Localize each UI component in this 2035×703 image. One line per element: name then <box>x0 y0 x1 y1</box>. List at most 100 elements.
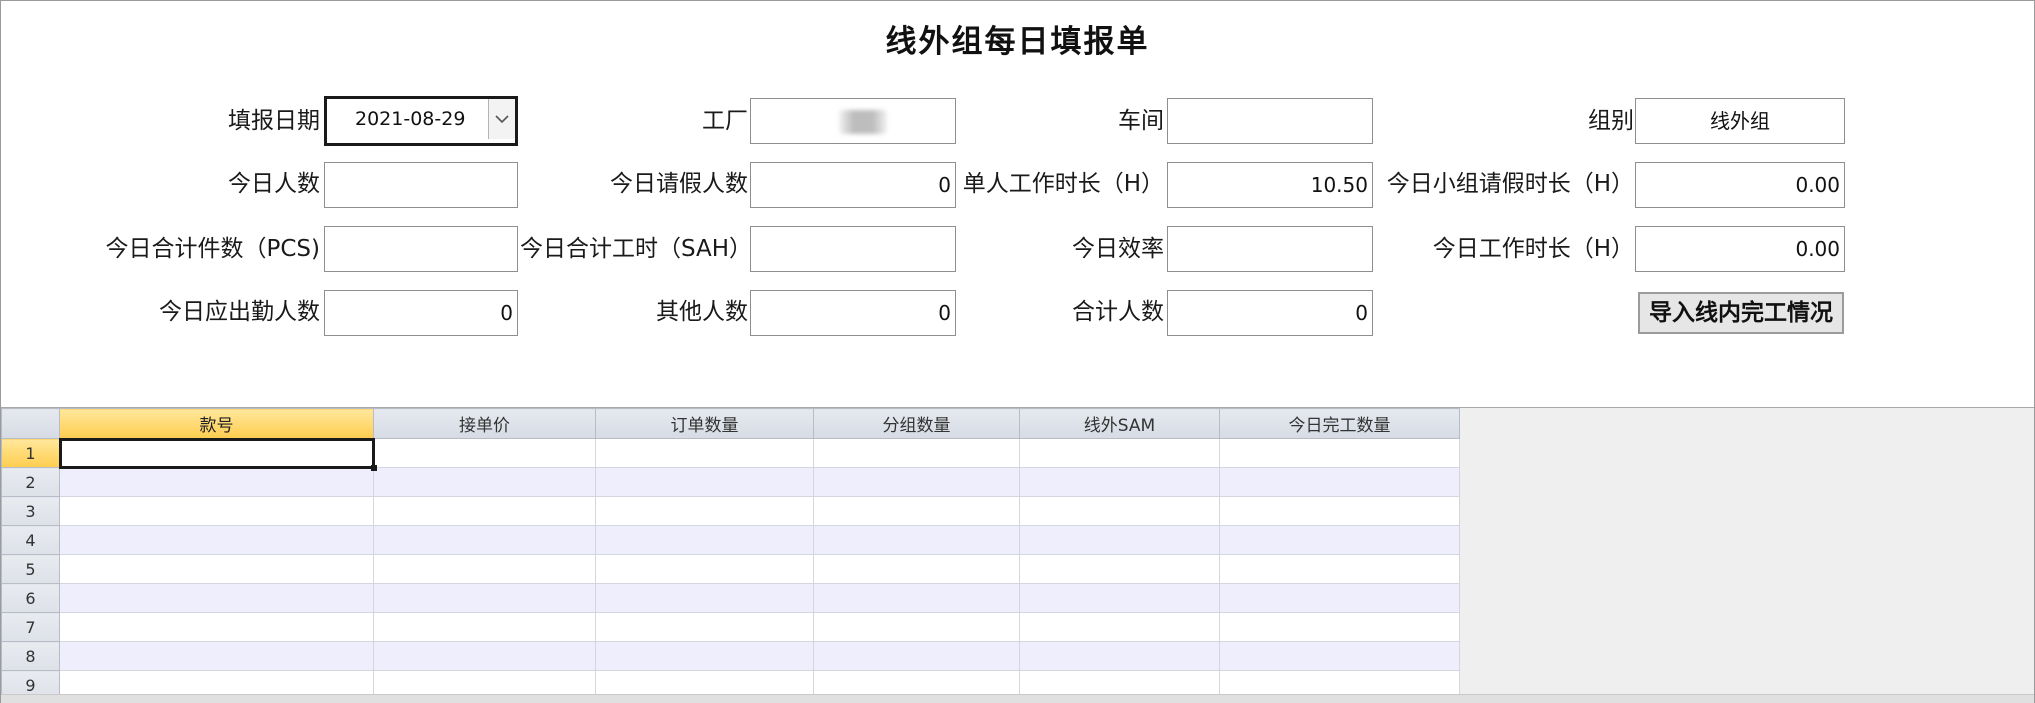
grid-cell[interactable] <box>1219 554 1460 584</box>
grid-cell[interactable] <box>595 554 814 584</box>
grid-cell[interactable] <box>373 583 596 613</box>
row-header[interactable]: 3 <box>1 496 60 526</box>
grid-cell[interactable] <box>595 525 814 555</box>
grid-cell[interactable] <box>813 583 1020 613</box>
grid-cell[interactable] <box>373 438 596 468</box>
grid-cell[interactable] <box>813 554 1020 584</box>
grid-cell[interactable] <box>595 612 814 642</box>
grid-cell[interactable] <box>59 612 374 642</box>
grid-cell[interactable] <box>813 467 1020 497</box>
work-hours-per-person-field[interactable]: 10.50 <box>1167 162 1373 208</box>
total-pieces-label: 今日合计件数（PCS) <box>105 236 320 262</box>
group-field[interactable]: 线外组 <box>1635 98 1845 144</box>
row-header[interactable]: 4 <box>1 525 60 555</box>
total-pieces-field[interactable] <box>324 226 518 272</box>
column-header-order-qty[interactable]: 订单数量 <box>595 408 814 439</box>
factory-field[interactable] <box>750 98 956 144</box>
grid-cell[interactable] <box>595 641 814 671</box>
report-date-label: 填报日期 <box>228 108 320 134</box>
group-label: 组别 <box>1588 108 1634 134</box>
grid-cell[interactable] <box>813 525 1020 555</box>
other-count-label: 其他人数 <box>656 299 748 325</box>
column-header-completed-today[interactable]: 今日完工数量 <box>1219 408 1460 439</box>
grid-cell[interactable] <box>1019 554 1220 584</box>
grid-cell[interactable] <box>1019 438 1220 468</box>
import-inline-completion-button[interactable]: 导入线内完工情况 <box>1638 292 1844 334</box>
other-count-field[interactable]: 0 <box>750 290 956 336</box>
grid-cell[interactable] <box>59 554 374 584</box>
grid-cell[interactable] <box>373 467 596 497</box>
grid-cell[interactable] <box>1019 612 1220 642</box>
grid-cell[interactable] <box>1019 641 1220 671</box>
work-hours-per-person-label: 单人工作时长（H） <box>962 171 1164 197</box>
today-headcount-label: 今日人数 <box>228 171 320 197</box>
group-leave-hours-field[interactable]: 0.00 <box>1635 162 1845 208</box>
grid-cell[interactable] <box>1219 496 1460 526</box>
factory-label: 工厂 <box>702 108 748 134</box>
row-header[interactable]: 7 <box>1 612 60 642</box>
grid-cell[interactable] <box>373 525 596 555</box>
grid-cell[interactable] <box>1219 641 1460 671</box>
row-header[interactable]: 6 <box>1 583 60 613</box>
grid-cell[interactable] <box>595 496 814 526</box>
row-header[interactable]: 8 <box>1 641 60 671</box>
total-count-label: 合计人数 <box>1072 299 1164 325</box>
efficiency-label: 今日效率 <box>1072 236 1164 262</box>
grid-cell[interactable] <box>813 496 1020 526</box>
grid-cell[interactable] <box>813 612 1020 642</box>
grid-cell[interactable] <box>373 554 596 584</box>
grid-cell[interactable] <box>595 438 814 468</box>
column-header-unit-price[interactable]: 接单价 <box>373 408 596 439</box>
redacted-value <box>839 110 887 134</box>
workshop-label: 车间 <box>1118 108 1164 134</box>
grid-cell[interactable] <box>1219 438 1460 468</box>
grid-cell[interactable] <box>59 525 374 555</box>
grid-cell[interactable] <box>1219 467 1460 497</box>
expected-attendance-label: 今日应出勤人数 <box>159 299 320 325</box>
grid-cell[interactable] <box>595 467 814 497</box>
grid-cell[interactable] <box>1019 467 1220 497</box>
leave-count-label: 今日请假人数 <box>610 171 748 197</box>
row-header[interactable]: 1 <box>1 438 60 468</box>
chevron-down-icon[interactable] <box>488 99 515 139</box>
today-headcount-field[interactable] <box>324 162 518 208</box>
grid-cell[interactable] <box>1219 612 1460 642</box>
column-header-offline-sam[interactable]: 线外SAM <box>1019 408 1220 439</box>
column-header-group-qty[interactable]: 分组数量 <box>813 408 1020 439</box>
fill-handle[interactable] <box>371 465 377 471</box>
grid-cell[interactable] <box>1219 525 1460 555</box>
workshop-field[interactable] <box>1167 98 1373 144</box>
grid-corner[interactable] <box>1 408 60 439</box>
row-header[interactable]: 5 <box>1 554 60 584</box>
grid-cell[interactable] <box>1019 583 1220 613</box>
expected-attendance-field[interactable]: 0 <box>324 290 518 336</box>
grid-cell[interactable] <box>59 641 374 671</box>
grid-cell[interactable] <box>59 583 374 613</box>
grid-cell[interactable] <box>595 583 814 613</box>
row-header[interactable]: 2 <box>1 467 60 497</box>
efficiency-field[interactable] <box>1167 226 1373 272</box>
data-grid[interactable]: 款号 接单价 订单数量 分组数量 线外SAM 今日完工数量 1 2 3 4 5 … <box>1 408 1460 700</box>
column-header-style-no[interactable]: 款号 <box>59 408 374 439</box>
report-date-picker[interactable]: 2021-08-29 <box>324 96 518 146</box>
grid-cell[interactable] <box>373 612 596 642</box>
grid-cell[interactable] <box>59 467 374 497</box>
page-title: 线外组每日填报单 <box>885 24 1150 60</box>
work-hours-today-field[interactable]: 0.00 <box>1635 226 1845 272</box>
total-count-field[interactable]: 0 <box>1167 290 1373 336</box>
grid-cell[interactable] <box>813 641 1020 671</box>
leave-count-field[interactable]: 0 <box>750 162 956 208</box>
group-leave-hours-label: 今日小组请假时长（H） <box>1386 171 1634 197</box>
grid-cell[interactable] <box>1219 583 1460 613</box>
grid-cell[interactable] <box>59 496 374 526</box>
total-sah-label: 今日合计工时（SAH） <box>520 236 753 262</box>
grid-cell[interactable] <box>1019 525 1220 555</box>
grid-cell-selected[interactable] <box>58 437 377 471</box>
grid-cell[interactable] <box>373 641 596 671</box>
grid-cell[interactable] <box>373 496 596 526</box>
grid-scroll-edge <box>1 694 2034 703</box>
total-sah-field[interactable] <box>750 226 956 272</box>
grid-cell[interactable] <box>813 438 1020 468</box>
grid-cell[interactable] <box>1019 496 1220 526</box>
work-hours-today-label: 今日工作时长（H） <box>1432 236 1634 262</box>
